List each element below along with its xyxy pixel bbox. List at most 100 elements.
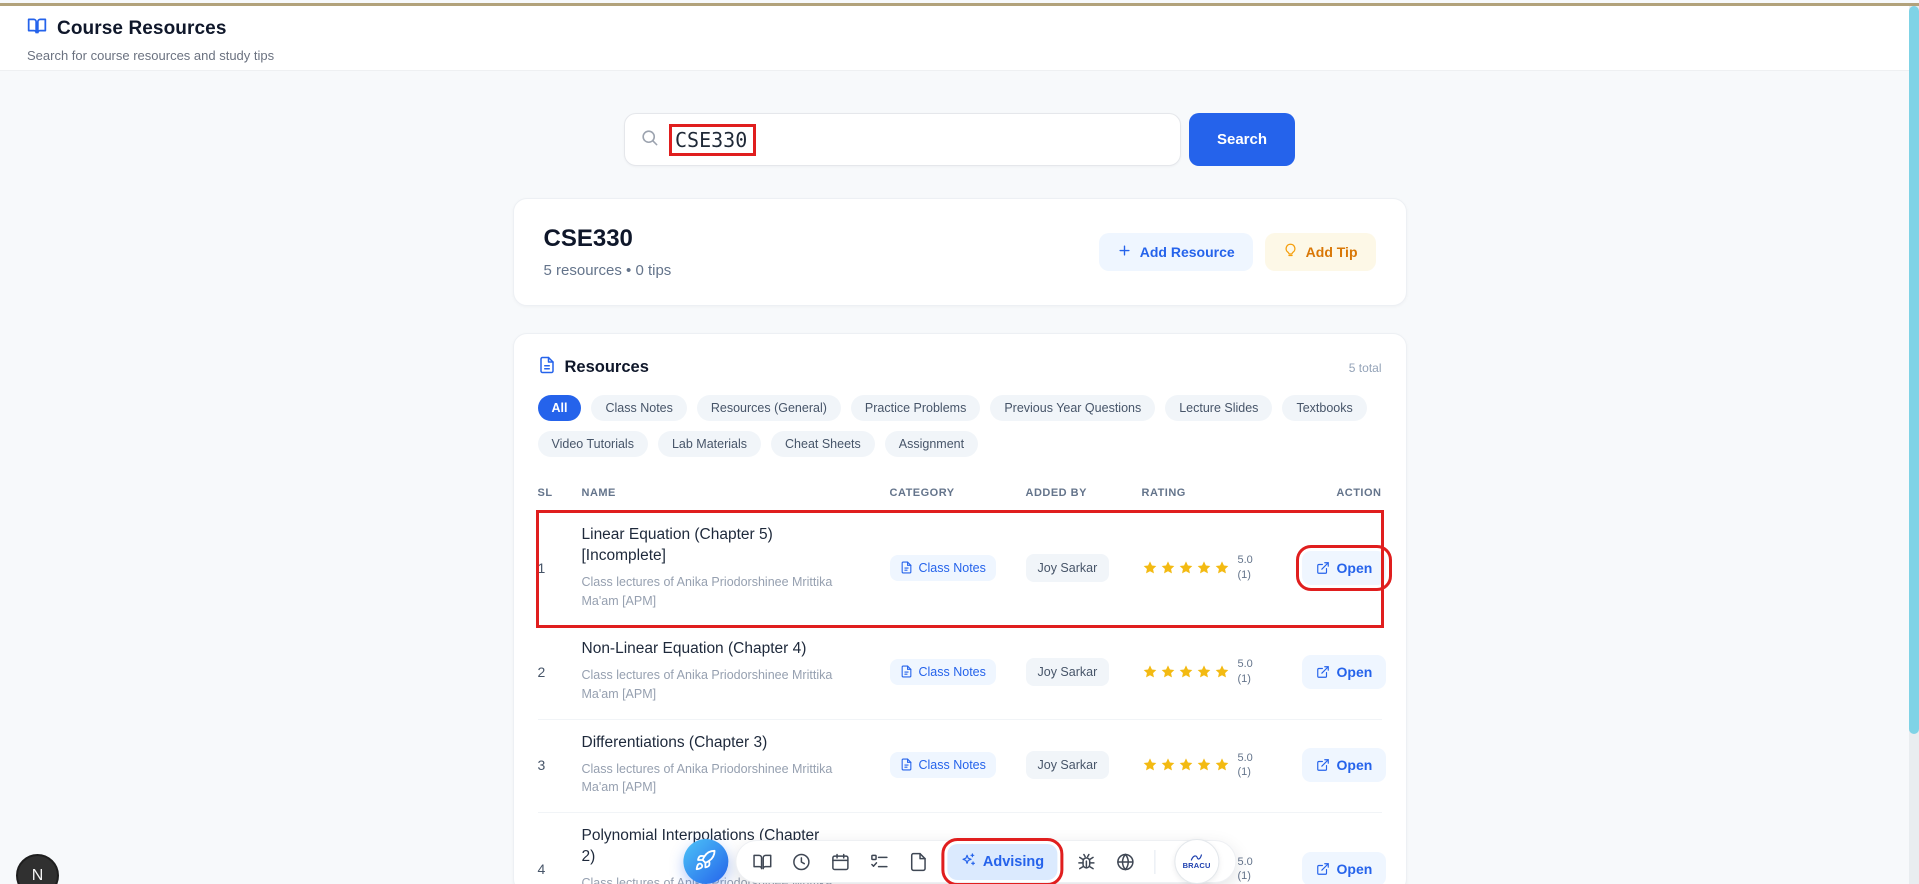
page-title: Course Resources [57,17,227,39]
dock-divider [1154,849,1156,874]
page-subtitle: Search for course resources and study ti… [27,48,275,63]
external-link-icon [1316,665,1329,678]
table-header: SL NAME CATEGORY ADDED BY RATING ACTION [537,477,1382,512]
filter-row-2: Video Tutorials Lab Materials Cheat Shee… [537,431,1382,457]
filter-chip-class-notes[interactable]: Class Notes [591,395,687,421]
added-by-pill: Joy Sarkar [1025,553,1110,582]
filter-chip-video-tutorials[interactable]: Video Tutorials [537,431,648,457]
resource-description: Class lectures of Anika Priodorshinee Mr… [581,761,833,795]
open-button[interactable]: Open [1301,747,1387,782]
added-by-pill: Joy Sarkar [1025,657,1110,686]
resources-title: Resources [564,358,649,376]
resource-name: Non-Linear Equation (Chapter 4) [581,640,807,658]
resource-description: Class lectures of Anika Priodorshinee Mr… [581,574,833,608]
search-input-value: CSE330 [669,123,757,156]
file-icon[interactable] [908,852,928,872]
open-label: Open [1336,663,1373,680]
star-icons [1142,664,1230,680]
bracu-mark-icon [1191,854,1203,861]
top-accent-line [0,3,1919,6]
add-tip-label: Add Tip [1305,244,1358,260]
rating-count: (1) [1237,869,1251,882]
rating-value: 5.0 [1237,658,1253,671]
list-todo-icon[interactable] [869,852,889,872]
external-link-icon [1316,759,1329,771]
book-open-icon [27,16,47,41]
rating-value: 5.0 [1237,751,1253,764]
filter-chip-assignment[interactable]: Assignment [884,431,979,457]
filter-chip-resources-general[interactable]: Resources (General) [696,395,841,421]
resources-card: Resources 5 total All Class Notes Resour… [512,333,1407,884]
row-sl: 4 [537,860,546,877]
open-button[interactable]: Open [1301,654,1387,689]
row-sl: 3 [537,756,546,773]
clock-icon[interactable] [791,852,811,872]
sparkles-icon [960,852,976,872]
rating: 5.0 (1) [1142,751,1302,780]
open-label: Open [1336,860,1373,877]
avatar-label: N [31,866,44,884]
col-sl: SL [537,487,553,499]
rocket-icon [694,849,716,874]
open-label: Open [1336,756,1373,773]
course-code: CSE330 [543,225,633,252]
filter-chip-practice-problems[interactable]: Practice Problems [850,395,981,421]
bracu-logo[interactable]: BRACU [1174,839,1220,884]
rating-count: (1) [1237,765,1251,778]
resource-name: Linear Equation (Chapter 5) [Incomplete] [581,526,773,564]
rating: 5.0 (1) [1142,553,1302,582]
book-open-icon[interactable] [752,852,772,872]
filter-chip-lab-materials[interactable]: Lab Materials [657,431,762,457]
calendar-icon[interactable] [830,852,850,872]
col-rating: RATING [1141,487,1186,499]
course-meta: 5 resources • 0 tips [543,262,672,279]
page-scrollbar[interactable] [1909,6,1919,884]
resources-table: SL NAME CATEGORY ADDED BY RATING ACTION … [535,477,1393,884]
course-card: CSE330 5 resources • 0 tips Add Resource… [512,198,1407,306]
filter-chip-previous-year-questions[interactable]: Previous Year Questions [990,395,1156,421]
filter-chip-lecture-slides[interactable]: Lecture Slides [1165,395,1273,421]
filter-chip-cheat-sheets[interactable]: Cheat Sheets [771,431,875,457]
col-added-by: ADDED BY [1025,487,1087,499]
col-name: NAME [581,487,616,499]
dock-pill: Advising BRACU [734,837,1237,884]
add-resource-button[interactable]: Add Resource [1098,233,1253,271]
resources-total: 5 total [1348,360,1382,375]
col-action: ACTION [1336,487,1382,499]
advising-label: Advising [982,853,1045,870]
category-label: Class Notes [918,757,986,772]
rating-count: (1) [1237,568,1251,581]
open-button[interactable]: Open [1295,544,1393,591]
open-label: Open [1336,559,1373,576]
add-resource-label: Add Resource [1139,244,1235,260]
bracu-label: BRACU [1182,861,1211,870]
scrollbar-thumb[interactable] [1909,6,1919,734]
rating-value: 5.0 [1237,554,1253,567]
bug-icon[interactable] [1076,852,1096,872]
rating-count: (1) [1237,672,1251,685]
table-row: 1 Linear Equation (Chapter 5) [Incomplet… [535,509,1393,629]
external-link-icon [1316,863,1329,875]
category-badge: Class Notes [889,554,996,581]
add-tip-button[interactable]: Add Tip [1264,233,1376,271]
globe-icon[interactable] [1115,852,1135,872]
search-row: CSE330 Search [0,113,1919,166]
table-row: 2 Non-Linear Equation (Chapter 4) Class … [537,626,1387,720]
filter-chip-all[interactable]: All [537,395,582,421]
advising-button[interactable]: Advising [940,837,1064,884]
app-header: Course Resources Search for course resou… [0,3,1919,71]
filter-row-1: All Class Notes Resources (General) Prac… [537,395,1382,421]
category-label: Class Notes [918,664,986,679]
main-content: CSE330 Search CSE330 5 resources • 0 tip… [0,71,1919,884]
added-by-pill: Joy Sarkar [1025,750,1110,779]
external-link-icon [1316,561,1329,574]
rocket-button[interactable] [682,839,728,884]
search-input[interactable]: CSE330 [624,113,1181,166]
open-button[interactable]: Open [1301,851,1387,884]
resource-description: Class lectures of Anika Priodorshinee Mr… [581,668,833,702]
file-text-icon [538,356,556,379]
star-icons [1142,757,1230,773]
search-button[interactable]: Search [1189,113,1295,166]
search-icon [640,128,659,152]
filter-chip-textbooks[interactable]: Textbooks [1282,395,1367,421]
